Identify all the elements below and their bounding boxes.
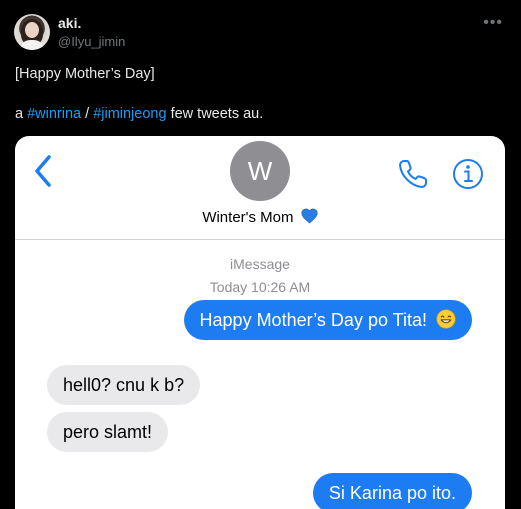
contact-initial: W xyxy=(247,155,273,186)
display-name[interactable]: aki. xyxy=(58,15,81,31)
hashtag-winrina[interactable]: #winrina xyxy=(27,106,81,122)
message-text: pero slamt! xyxy=(63,422,153,442)
message-text: Happy Mother’s Day po Tita! xyxy=(199,310,427,330)
contact-avatar[interactable]: W xyxy=(230,141,290,201)
message-bubble-received[interactable]: hell0? cnu k b? xyxy=(47,365,201,405)
tweet-text-separator: / xyxy=(81,106,94,122)
header-divider xyxy=(15,239,505,240)
info-icon[interactable] xyxy=(452,158,484,190)
tweet-media-image[interactable]: W Winter's Mom iMessage Today 10:26 AM H… xyxy=(15,136,505,509)
tweet-text-prefix: a xyxy=(15,106,28,122)
tweet-text-suffix: few tweets au. xyxy=(166,106,264,122)
avatar-face xyxy=(25,22,39,38)
avatar-body xyxy=(20,40,44,50)
message-text: Si Karina po ito. xyxy=(328,483,456,503)
service-label: iMessage xyxy=(230,256,290,272)
blue-heart-icon xyxy=(301,208,318,224)
message-timestamp: Today 10:26 AM xyxy=(209,279,311,295)
tweet-text-line-1: [Happy Mother’s Day] xyxy=(15,66,155,82)
contact-name-text: Winter's Mom xyxy=(202,209,294,226)
message-text: hell0? cnu k b? xyxy=(63,375,185,395)
message-bubble-sent[interactable]: Si Karina po ito. xyxy=(312,473,472,509)
hashtag-jiminjeong[interactable]: #jiminjeong xyxy=(93,106,166,122)
user-handle[interactable]: @Ilyu_jimin xyxy=(58,34,125,49)
grinning-face-icon xyxy=(436,309,456,329)
phone-icon[interactable] xyxy=(397,158,429,190)
message-bubble-sent[interactable]: Happy Mother’s Day po Tita! xyxy=(183,300,472,340)
contact-name[interactable]: Winter's Mom xyxy=(15,208,505,226)
avatar[interactable] xyxy=(14,14,50,50)
tweet-text-line-2: a #winrina / #jiminjeong few tweets au. xyxy=(15,106,263,122)
message-bubble-received[interactable]: pero slamt! xyxy=(47,412,169,452)
back-chevron-icon[interactable] xyxy=(33,154,53,188)
more-horizontal-icon[interactable]: ••• xyxy=(483,14,503,32)
